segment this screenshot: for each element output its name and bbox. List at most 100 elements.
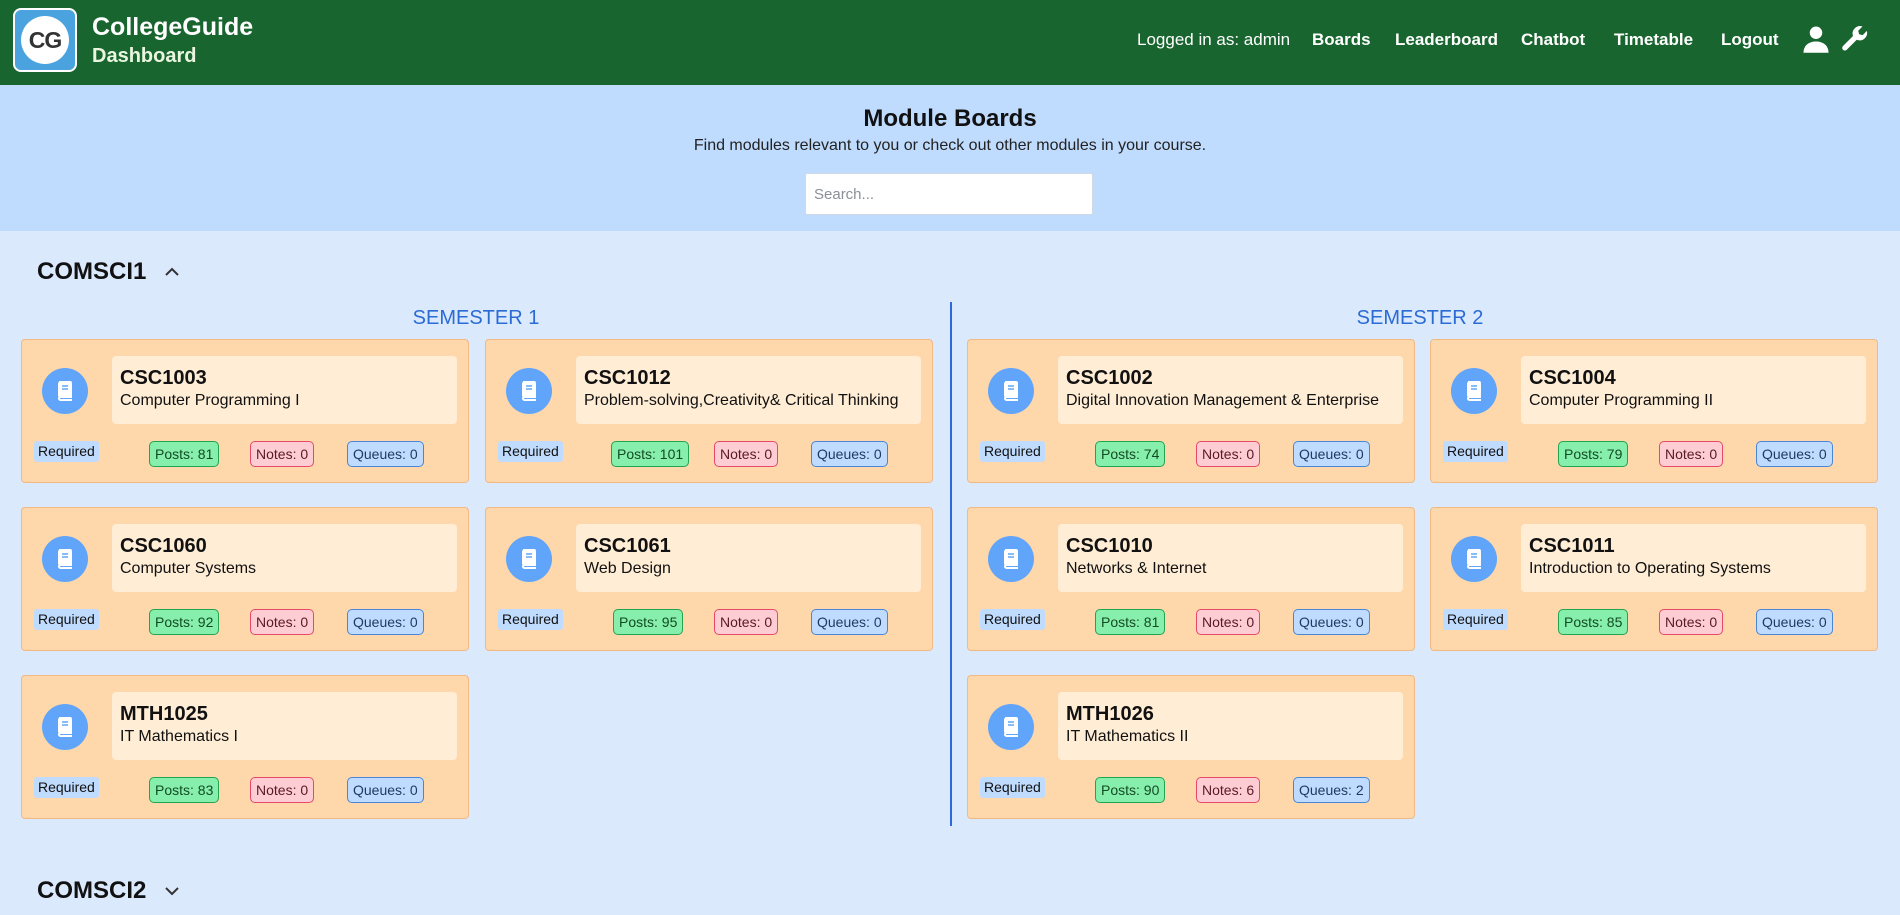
- top-navbar: CG CollegeGuide Dashboard Logged in as: …: [0, 0, 1900, 85]
- page-title: Dashboard: [92, 45, 197, 67]
- chevron-down-icon[interactable]: [162, 881, 182, 901]
- hero-banner: Module Boards Find modules relevant to y…: [0, 85, 1900, 231]
- required-tag: Required: [498, 609, 563, 630]
- module-title: Computer Programming II: [1529, 392, 1714, 409]
- book-icon: [506, 368, 552, 414]
- user-icon[interactable]: [1801, 24, 1831, 54]
- nav-chatbot[interactable]: Chatbot: [1521, 30, 1585, 50]
- notes-badge: Notes: 0: [1659, 441, 1724, 467]
- required-tag: Required: [34, 609, 99, 630]
- module-title: Digital Innovation Management & Enterpri…: [1066, 392, 1380, 409]
- posts-badge: Posts: 92: [149, 609, 220, 635]
- queues-badge: Queues: 0: [347, 777, 424, 803]
- notes-badge: Notes: 0: [250, 609, 315, 635]
- module-title: Computer Programming I: [120, 392, 300, 409]
- hero-title: Module Boards: [863, 105, 1037, 132]
- module-code: CSC1003: [120, 367, 207, 389]
- hero-subtitle: Find modules relevant to you or check ou…: [693, 137, 1207, 154]
- module-code: CSC1060: [120, 535, 207, 557]
- module-card-csc1010[interactable]: CSC1010 Networks & Internet Required Posts:…: [967, 507, 1415, 651]
- book-icon: [988, 536, 1034, 582]
- posts-badge: Posts: 81: [1095, 609, 1166, 635]
- module-code: MTH1025: [120, 703, 208, 725]
- book-icon: [1451, 536, 1497, 582]
- module-info: MTH1026 IT Mathematics II: [1058, 692, 1403, 760]
- queues-badge: Queues: 2: [1293, 777, 1370, 803]
- module-info: CSC1003 Computer Programming I: [112, 356, 457, 424]
- notes-badge: Notes: 0: [1196, 609, 1261, 635]
- module-card-csc1004[interactable]: CSC1004 Computer Programming II Required Po…: [1430, 339, 1878, 483]
- queues-badge: Queues: 0: [347, 441, 424, 467]
- queues-badge: Queues: 0: [1293, 609, 1370, 635]
- queues-badge: Queues: 0: [811, 609, 888, 635]
- module-code: CSC1012: [584, 367, 671, 389]
- brand-name: CollegeGuide: [92, 13, 254, 41]
- logo-mark: CG: [21, 16, 69, 64]
- required-tag: Required: [34, 441, 99, 462]
- book-icon: [42, 368, 88, 414]
- module-card-csc1011[interactable]: CSC1011 Introduction to Operating Systems…: [1430, 507, 1878, 651]
- posts-badge: Posts: 95: [613, 609, 684, 635]
- nav-leaderboard[interactable]: Leaderboard: [1395, 30, 1498, 50]
- posts-badge: Posts: 74: [1095, 441, 1166, 467]
- posts-badge: Posts: 81: [149, 441, 220, 467]
- module-card-csc1012[interactable]: CSC1012 Problem-solving,Creativity& Criti…: [485, 339, 933, 483]
- module-title: Introduction to Operating Systems: [1529, 560, 1771, 577]
- module-info: CSC1061 Web Design: [576, 524, 921, 592]
- nav-timetable[interactable]: Timetable: [1614, 30, 1693, 50]
- module-code: CSC1004: [1529, 367, 1616, 389]
- module-title: Problem-solving,Creativity& Critical Thi…: [584, 392, 899, 409]
- required-tag: Required: [980, 777, 1045, 798]
- brand: CollegeGuide Dashboard: [92, 12, 253, 70]
- module-info: CSC1011 Introduction to Operating Systems: [1521, 524, 1866, 592]
- required-tag: Required: [34, 777, 99, 798]
- module-card-csc1060[interactable]: CSC1060 Computer Systems Required Posts: 92…: [21, 507, 469, 651]
- module-code: CSC1002: [1066, 367, 1153, 389]
- module-card-mth1025[interactable]: MTH1025 IT Mathematics I Required Posts: 83…: [21, 675, 469, 819]
- module-code: CSC1010: [1066, 535, 1153, 557]
- module-title: Computer Systems: [120, 560, 257, 577]
- course-header-comsci2[interactable]: COMSCI2: [37, 877, 182, 905]
- notes-badge: Notes: 0: [1659, 609, 1724, 635]
- book-icon: [42, 704, 88, 750]
- posts-badge: Posts: 101: [611, 441, 690, 467]
- module-code: CSC1011: [1529, 535, 1615, 557]
- required-tag: Required: [980, 441, 1045, 462]
- notes-badge: Notes: 0: [1196, 441, 1261, 467]
- login-status: Logged in as: admin: [1137, 30, 1291, 49]
- search-input[interactable]: [805, 173, 1093, 215]
- book-icon: [988, 368, 1034, 414]
- module-title: Networks & Internet: [1066, 560, 1207, 577]
- required-tag: Required: [980, 609, 1045, 630]
- module-card-csc1002[interactable]: CSC1002 Digital Innovation Management & E…: [967, 339, 1415, 483]
- required-tag: Required: [1443, 441, 1508, 462]
- logo[interactable]: CG: [13, 8, 77, 72]
- module-info: CSC1012 Problem-solving,Creativity& Criti…: [576, 356, 921, 424]
- module-info: MTH1025 IT Mathematics I: [112, 692, 457, 760]
- module-info: CSC1002 Digital Innovation Management & E…: [1058, 356, 1403, 424]
- module-info: CSC1004 Computer Programming II: [1521, 356, 1866, 424]
- nav-logout[interactable]: Logout: [1721, 30, 1779, 50]
- semester-divider: [950, 302, 952, 826]
- module-card-mth1026[interactable]: MTH1026 IT Mathematics II Required Posts: 9…: [967, 675, 1415, 819]
- chevron-up-icon[interactable]: [162, 262, 182, 282]
- course-name: COMSCI2: [37, 877, 147, 904]
- posts-badge: Posts: 83: [149, 777, 220, 803]
- course-header-comsci1[interactable]: COMSCI1: [37, 258, 182, 286]
- module-card-csc1003[interactable]: CSC1003 Computer Programming I Required Pos…: [21, 339, 469, 483]
- module-code: CSC1061: [584, 535, 671, 557]
- module-title: IT Mathematics I: [120, 728, 238, 745]
- nav-boards[interactable]: Boards: [1312, 30, 1371, 50]
- module-title: Web Design: [584, 560, 671, 577]
- module-code: MTH1026: [1066, 703, 1154, 725]
- notes-badge: Notes: 0: [714, 441, 779, 467]
- posts-badge: Posts: 85: [1558, 609, 1629, 635]
- module-card-csc1061[interactable]: CSC1061 Web Design Required Posts: 95 Notes:…: [485, 507, 933, 651]
- queues-badge: Queues: 0: [1293, 441, 1370, 467]
- required-tag: Required: [498, 441, 563, 462]
- queues-badge: Queues: 0: [347, 609, 424, 635]
- posts-badge: Posts: 90: [1095, 777, 1166, 803]
- posts-badge: Posts: 79: [1558, 441, 1629, 467]
- module-info: CSC1010 Networks & Internet: [1058, 524, 1403, 592]
- wrench-icon[interactable]: [1840, 24, 1870, 54]
